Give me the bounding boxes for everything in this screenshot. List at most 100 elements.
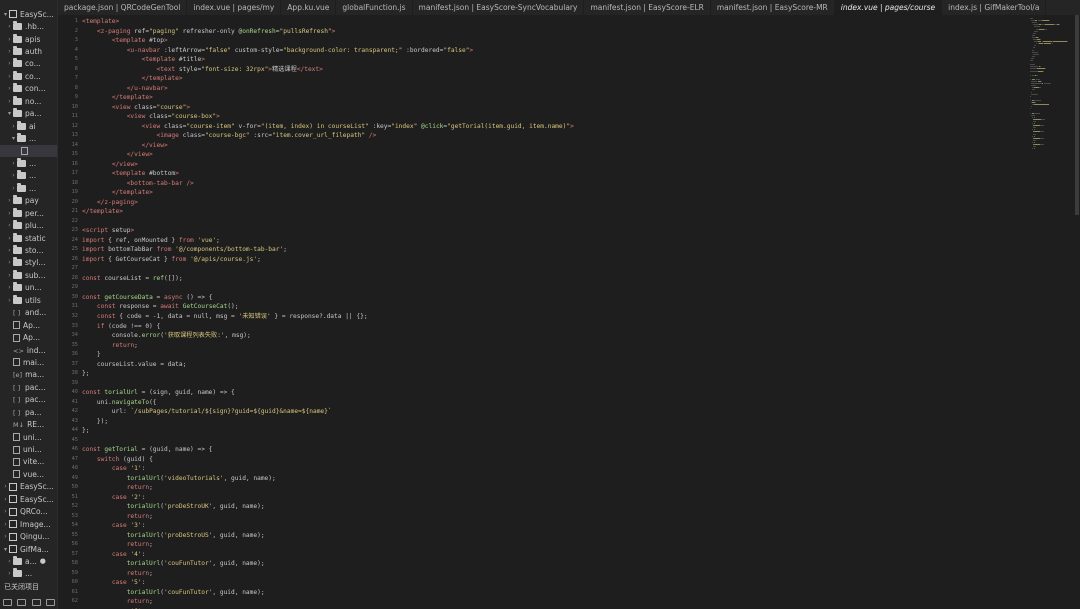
code-line[interactable]: const { code = -1, data = null, msg = '未…: [82, 312, 1022, 322]
vertical-scrollbar[interactable]: [1074, 15, 1080, 609]
minimap[interactable]: [1028, 15, 1074, 609]
chevron-right-icon[interactable]: ›: [6, 197, 13, 204]
code-line[interactable]: <template>: [82, 17, 1022, 27]
code-line[interactable]: [82, 217, 1022, 227]
chevron-right-icon[interactable]: ›: [2, 508, 9, 515]
code-line[interactable]: [82, 283, 1022, 293]
chevron-right-icon[interactable]: ›: [6, 210, 13, 217]
code-line[interactable]: import bottomTabBar from '@/components/b…: [82, 245, 1022, 255]
code-line[interactable]: return;: [82, 341, 1022, 351]
chevron-right-icon[interactable]: ›: [2, 521, 9, 528]
code-line[interactable]: <template #top>: [82, 36, 1022, 46]
tree-item[interactable]: ▾ GifMa...: [0, 543, 57, 555]
code-line[interactable]: <template #bottom>: [82, 169, 1022, 179]
code-line[interactable]: url: `/subPages/tutorial/${sign}?guid=${…: [82, 407, 1022, 417]
chevron-right-icon[interactable]: ›: [6, 23, 13, 30]
tree-item[interactable]: ▾...: [0, 132, 57, 144]
chevron-right-icon[interactable]: ›: [6, 222, 13, 229]
code-line[interactable]: courseList.value = data;: [82, 360, 1022, 370]
tree-item[interactable]: › .hb...: [0, 20, 57, 32]
chevron-down-icon[interactable]: ▾: [2, 11, 9, 18]
code-line[interactable]: torialUrl('couFunTutor', guid, name);: [82, 588, 1022, 598]
code-line[interactable]: [82, 264, 1022, 274]
chevron-down-icon[interactable]: ▾: [2, 546, 9, 553]
chevron-right-icon[interactable]: ›: [10, 123, 17, 130]
editor-tab[interactable]: globalFunction.js: [336, 0, 413, 15]
tree-item[interactable]: › EasySc...: [0, 493, 57, 505]
editor-tab[interactable]: index.vue | pages/my: [187, 0, 282, 15]
folder-icon[interactable]: [2, 598, 12, 606]
tree-item[interactable]: › ai: [0, 120, 57, 132]
tree-item[interactable]: › auth: [0, 45, 57, 57]
code-line[interactable]: };: [82, 369, 1022, 379]
code-line[interactable]: </view>: [82, 141, 1022, 151]
code-line[interactable]: import { GetCourseCat } from '@/apis/cou…: [82, 255, 1022, 265]
chevron-right-icon[interactable]: ›: [6, 297, 13, 304]
code-line[interactable]: const courseList = ref([]);: [82, 274, 1022, 284]
code-line[interactable]: </view>: [82, 160, 1022, 170]
chevron-right-icon[interactable]: ›: [6, 247, 13, 254]
tree-item[interactable]: ▾ EasySc...: [0, 8, 57, 20]
chevron-right-icon[interactable]: ›: [6, 60, 13, 67]
chevron-right-icon[interactable]: ›: [6, 48, 13, 55]
code-line[interactable]: <script setup>: [82, 226, 1022, 236]
code-line[interactable]: const torialUrl = (sign, guid, name) => …: [82, 388, 1022, 398]
chevron-right-icon[interactable]: ›: [6, 272, 13, 279]
tree-item[interactable]: › sub...: [0, 269, 57, 281]
tree-item[interactable]: ▾ pa...: [0, 108, 57, 120]
tree-item[interactable]: Ap...: [0, 319, 57, 331]
tree-item[interactable]: › EasySc...: [0, 481, 57, 493]
code-line[interactable]: <view class="course">: [82, 103, 1022, 113]
editor-tab[interactable]: index.js | GifMakerTool/a: [942, 0, 1047, 15]
code-line[interactable]: return;: [82, 512, 1022, 522]
chevron-right-icon[interactable]: ›: [2, 483, 9, 490]
code-area[interactable]: <template> <z-paging ref="paging" refres…: [82, 17, 1022, 609]
tree-item[interactable]: › con...: [0, 83, 57, 95]
code-line[interactable]: <image class="course-bgc" :src="item.cov…: [82, 131, 1022, 141]
code-line[interactable]: </template>: [82, 188, 1022, 198]
code-line[interactable]: <bottom-tab-bar />: [82, 179, 1022, 189]
chevron-right-icon[interactable]: ›: [6, 36, 13, 43]
editor-tab[interactable]: manifest.json | EasyScore-SyncVocabulary: [413, 0, 585, 15]
tree-item[interactable]: [0, 144, 57, 158]
chevron-right-icon[interactable]: ›: [6, 558, 13, 565]
tree-item[interactable]: vite...: [0, 456, 57, 468]
code-line[interactable]: }: [82, 350, 1022, 360]
tree-item[interactable]: › Image...: [0, 518, 57, 530]
tree-item[interactable]: › co...: [0, 58, 57, 70]
tree-item[interactable]: vue...: [0, 468, 57, 480]
tree-item[interactable]: ›...: [0, 182, 57, 194]
code-line[interactable]: uni.navigateTo({: [82, 398, 1022, 408]
tree-item[interactable]: › no...: [0, 95, 57, 107]
tree-item[interactable]: M↓ RE...: [0, 418, 57, 430]
collapse-icon[interactable]: [31, 598, 41, 606]
code-line[interactable]: [82, 436, 1022, 446]
code-line[interactable]: if (code !== 0) {: [82, 322, 1022, 332]
tree-item[interactable]: [e] ma...: [0, 369, 57, 381]
tree-item[interactable]: ›...: [0, 170, 57, 182]
code-line[interactable]: [82, 379, 1022, 389]
code-line[interactable]: torialUrl('proDeStroUS', guid, name);: [82, 531, 1022, 541]
code-line[interactable]: return;: [82, 597, 1022, 607]
code-line[interactable]: const getTorial = (guid, name) => {: [82, 445, 1022, 455]
code-line[interactable]: return;: [82, 569, 1022, 579]
tree-item[interactable]: › pay: [0, 195, 57, 207]
tree-item[interactable]: [ ] and...: [0, 307, 57, 319]
code-line[interactable]: case '2':: [82, 493, 1022, 503]
chevron-right-icon[interactable]: ›: [6, 235, 13, 242]
chevron-right-icon[interactable]: ›: [6, 570, 13, 577]
scrollbar-thumb[interactable]: [1075, 15, 1079, 215]
tree-item[interactable]: › per...: [0, 207, 57, 219]
chevron-down-icon[interactable]: ▾: [6, 110, 13, 117]
chevron-right-icon[interactable]: ›: [6, 85, 13, 92]
code-line[interactable]: };: [82, 426, 1022, 436]
closed-projects-label[interactable]: 已关闭项目: [4, 582, 39, 592]
tree-item[interactable]: › un...: [0, 282, 57, 294]
chevron-right-icon[interactable]: ›: [2, 533, 9, 540]
tree-item[interactable]: › sto...: [0, 244, 57, 256]
code-line[interactable]: <z-paging ref="paging" refresher-only @o…: [82, 27, 1022, 37]
editor-tab[interactable]: manifest.json | EasyScore-MR: [711, 0, 835, 15]
code-line[interactable]: case '3':: [82, 521, 1022, 531]
tree-item[interactable]: › styl...: [0, 257, 57, 269]
tree-item[interactable]: › QRCo...: [0, 506, 57, 518]
